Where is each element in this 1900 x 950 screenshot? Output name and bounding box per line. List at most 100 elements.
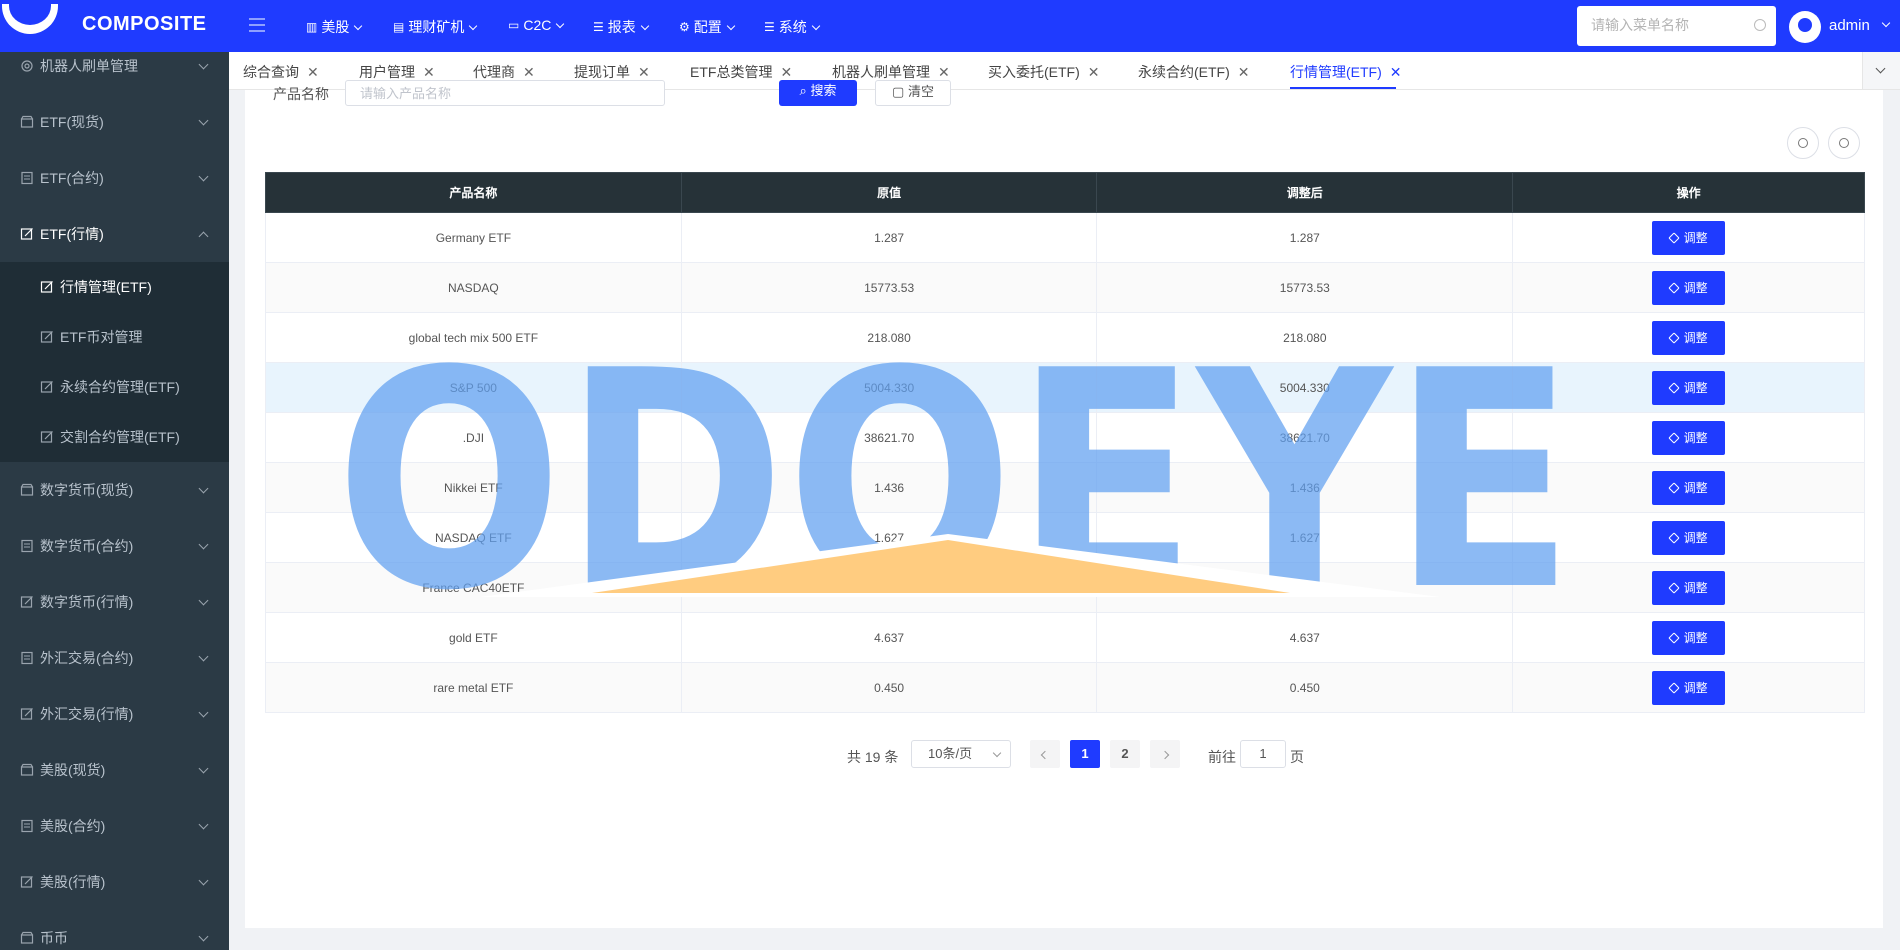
original-value-cell: 1.436 [680,462,1098,513]
tab-user-management[interactable]: 用户管理 ✕ [359,62,435,82]
close-icon[interactable]: ✕ [1238,64,1250,81]
adjust-button[interactable]: 调整 [1652,320,1726,355]
nav-item-mining[interactable]: ▤ 理财矿机 [393,17,478,37]
nav-item-config[interactable]: ⚙ 配置 [679,17,736,37]
page-button-2[interactable]: 2 [1110,740,1140,768]
tab-robot-orders[interactable]: 机器人刷单管理 ✕ [832,62,950,82]
adjust-button[interactable]: 调整 [1652,570,1726,605]
product-name-cell: rare metal ETF [265,662,682,713]
nav-item-us-stock[interactable]: ▥ 美股 [306,17,363,37]
adjust-button[interactable]: 调整 [1652,620,1726,655]
tab-buy-orders-etf[interactable]: 买入委托(ETF) ✕ [988,62,1100,82]
edit-icon [1667,381,1680,394]
close-icon[interactable]: ✕ [638,64,650,81]
nav-item-reports[interactable]: ☰ 报表 [593,17,650,37]
page-button-1[interactable]: 1 [1070,740,1100,768]
adjust-button[interactable]: 调整 [1652,520,1726,555]
chevron-down-icon [198,483,209,494]
adjust-button-label: 调整 [1683,381,1708,395]
close-icon[interactable]: ✕ [1088,64,1100,81]
column-header-adjusted[interactable]: 调整后 [1096,172,1514,213]
close-icon[interactable]: ✕ [938,64,950,81]
table-row: NASDAQ ETF 1.627 1.627 调整 [265,512,1865,563]
sidebar-subitem-perpetual-management[interactable]: 永续合约管理(ETF) [0,362,229,412]
avatar[interactable] [1789,11,1821,43]
sidebar-item-etf-contract[interactable]: ETF(合约) [0,150,229,206]
chevron-down-icon[interactable] [1881,18,1891,28]
sidebar-item-etf-spot[interactable]: ETF(现货) [0,94,229,150]
adjust-button[interactable]: 调整 [1652,270,1726,305]
sidebar-item-label: ETF(合约) [40,170,104,186]
edit-icon [1667,581,1680,594]
content-card: 产品名称 ⌕ 搜索 ▢ 清空 产品名称 原值 调整后 操作 Germany ET… [245,80,1883,928]
gear-icon [20,59,34,73]
sidebar-item-forex-market[interactable]: 外汇交易(行情) [0,686,229,742]
prev-page-button[interactable] [1030,740,1060,768]
close-icon[interactable]: ✕ [780,64,792,81]
edit-icon [40,380,54,394]
edit-icon [40,280,54,294]
tab-perpetual-etf[interactable]: 永续合约(ETF) ✕ [1138,62,1250,82]
column-header-product-name[interactable]: 产品名称 [265,172,682,213]
close-icon[interactable]: ✕ [307,64,319,81]
sidebar-subitem-pair-management[interactable]: ETF币对管理 [0,312,229,362]
gear-icon: ⚙ [679,20,690,34]
clear-button[interactable]: ▢ 清空 [875,80,951,106]
adjusted-value-cell: 1.287 [1096,212,1514,263]
sidebar-item-label: 币币 [40,930,68,946]
sidebar-item-etf-market[interactable]: ETF(行情) [0,206,229,262]
tab-market-management-etf[interactable]: 行情管理(ETF) ✕ [1290,62,1402,89]
sidebar-item-us-stock-market[interactable]: 美股(行情) [0,854,229,910]
refresh-button[interactable] [1787,127,1819,159]
close-icon[interactable]: ✕ [423,64,435,81]
sidebar-item-crypto-contract[interactable]: 数字货币(合约) [0,518,229,574]
nav-item-c2c[interactable]: ▭ C2C [508,17,565,33]
menu-search-input[interactable] [1577,6,1737,44]
close-icon[interactable]: ✕ [523,64,535,81]
search-icon: ⌕ [799,83,807,98]
page-size-select[interactable]: 10条/页 [911,740,1011,768]
tab-etf-category[interactable]: ETF总类管理 ✕ [690,62,792,82]
action-cell: 调整 [1512,262,1865,313]
sidebar-item-label: 数字货币(合约) [40,538,134,554]
tab-comprehensive-query[interactable]: 综合查询 ✕ [243,62,319,82]
adjust-button-label: 调整 [1683,581,1708,595]
adjust-button-label: 调整 [1683,281,1708,295]
sidebar-item-coin-coin[interactable]: 币币 [0,910,229,950]
edit-icon [20,875,34,889]
next-page-button[interactable] [1150,740,1180,768]
page-suffix: 页 [1290,749,1304,765]
tabs-dropdown-button[interactable] [1862,52,1900,89]
search-toggle-button[interactable] [1828,127,1860,159]
search-icon[interactable] [1754,19,1766,31]
search-button[interactable]: ⌕ 搜索 [779,80,857,106]
close-icon[interactable]: ✕ [1390,64,1402,81]
nav-item-label: 系统 [778,19,807,35]
product-name-cell: global tech mix 500 ETF [265,312,682,363]
adjust-button[interactable]: 调整 [1652,220,1726,255]
nav-item-system[interactable]: ☰ 系统 [764,17,821,37]
sidebar-item-us-stock-contract[interactable]: 美股(合约) [0,798,229,854]
sidebar-menu: 机器人刷单管理 ETF(现货) ETF(合约) ETF(行情) 行情管理(ETF… [0,38,229,950]
adjust-button[interactable]: 调整 [1652,670,1726,705]
product-name-input[interactable] [345,80,665,106]
chevron-up-icon [198,231,209,242]
column-header-original[interactable]: 原值 [680,172,1098,213]
sidebar-item-us-stock-spot[interactable]: 美股(现货) [0,742,229,798]
goto-page-input[interactable]: 1 [1240,740,1286,768]
hamburger-menu-icon[interactable] [249,18,265,32]
sidebar-item-crypto-spot[interactable]: 数字货币(现货) [0,462,229,518]
username[interactable]: admin [1829,17,1870,34]
sidebar-item-crypto-market[interactable]: 数字货币(行情) [0,574,229,630]
chevron-down-icon [811,21,821,30]
sidebar-subitem-market-management[interactable]: 行情管理(ETF) [0,262,229,312]
sidebar-item-label: 外汇交易(行情) [40,706,134,722]
adjust-button[interactable]: 调整 [1652,470,1726,505]
sidebar-subitem-delivery-management[interactable]: 交割合约管理(ETF) [0,412,229,462]
tab-withdraw-orders[interactable]: 提现订单 ✕ [574,62,650,82]
tab-label: 提现订单 [574,64,630,80]
tab-agent[interactable]: 代理商 ✕ [473,62,535,82]
adjust-button[interactable]: 调整 [1652,370,1726,405]
adjust-button[interactable]: 调整 [1652,420,1726,455]
sidebar-item-forex-contract[interactable]: 外汇交易(合约) [0,630,229,686]
